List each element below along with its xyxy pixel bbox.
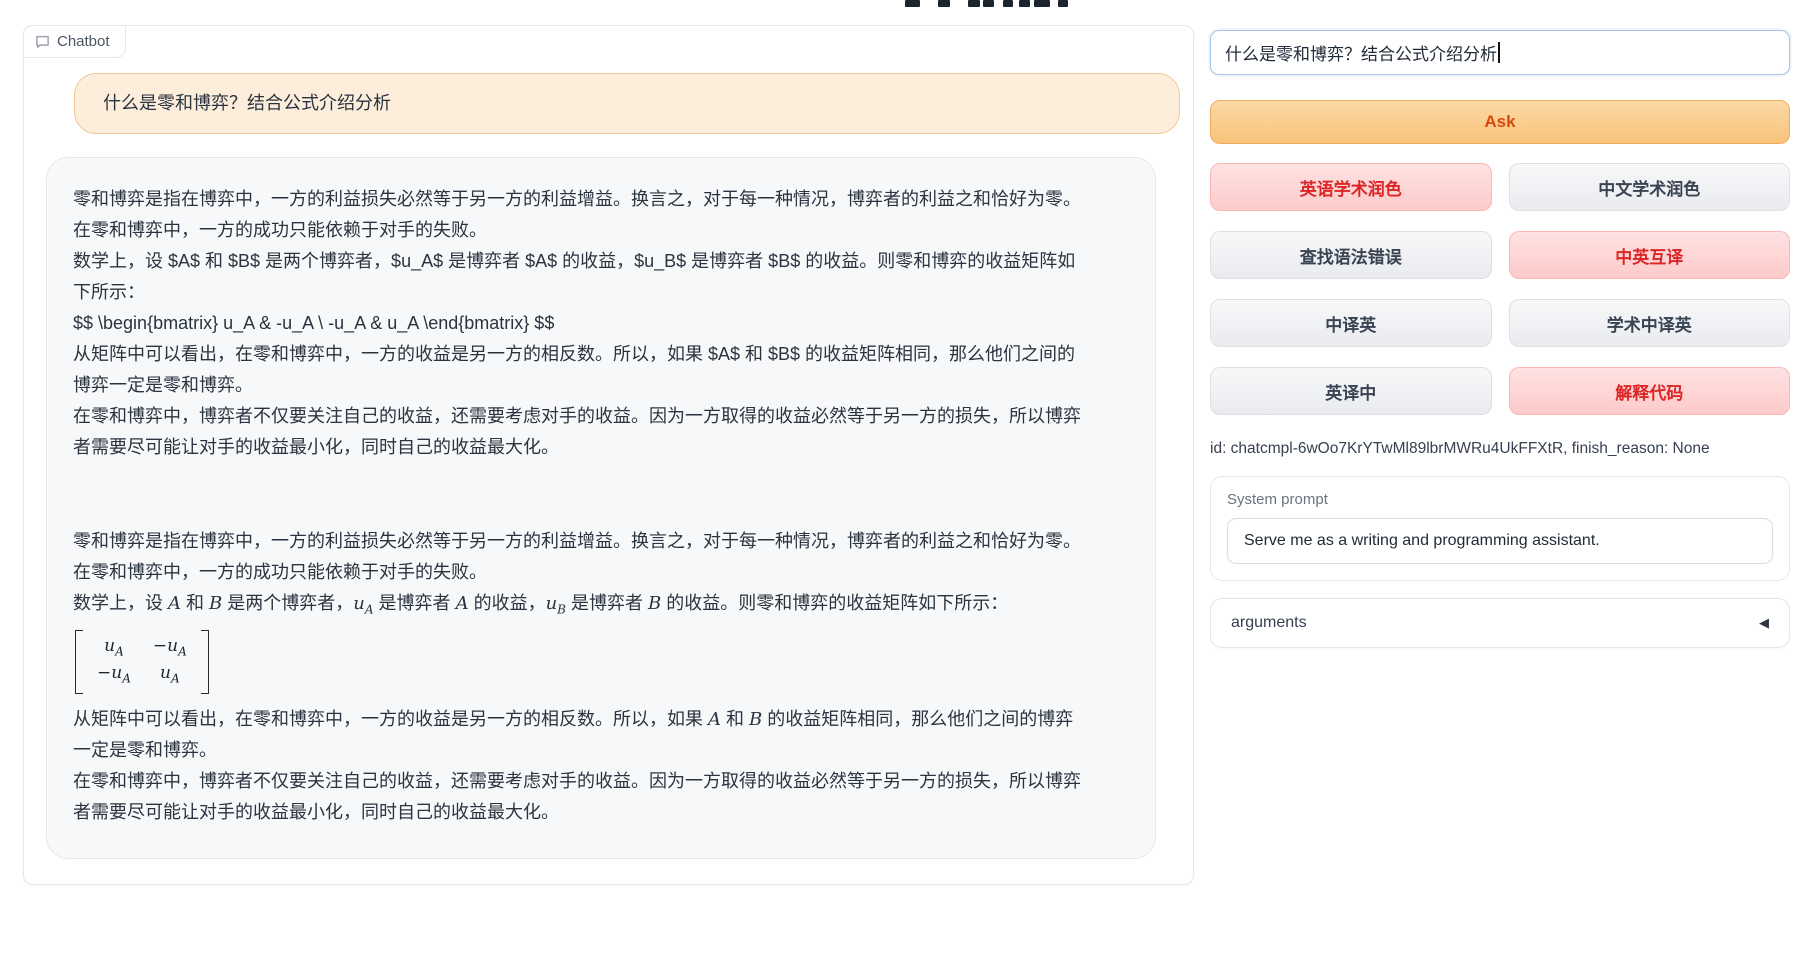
question-input[interactable]: 什么是零和博弈？结合公式介绍分析: [1210, 30, 1790, 75]
chatbot-label: Chatbot: [23, 25, 126, 58]
bot-paragraph-raw-1: 零和博弈是指在博弈中，一方的利益损失必然等于另一方的利益增益。换言之，对于每一种…: [73, 184, 1085, 246]
matrix-cell: uA: [97, 635, 131, 662]
bot-paragraph-raw-3: 从矩阵中可以看出，在零和博弈中，一方的收益是另一方的相反数。所以，如果 $A$ …: [73, 339, 1085, 401]
bot-latex-source-line: $$ \begin{bmatrix} u_A & -u_A \ -u_A & u…: [73, 308, 1085, 339]
user-message-bubble: 什么是零和博弈？结合公式介绍分析: [74, 73, 1180, 134]
message-block-gap: [73, 463, 1129, 526]
system-prompt-label: System prompt: [1227, 491, 1773, 508]
system-prompt-input[interactable]: Serve me as a writing and programming as…: [1227, 518, 1773, 564]
question-input-value: 什么是零和博弈？结合公式介绍分析: [1225, 40, 1497, 65]
bot-paragraph-rendered-3: 从矩阵中可以看出，在零和博弈中，一方的收益是另一方的相反数。所以，如果 A 和 …: [73, 704, 1085, 766]
explain-code-button[interactable]: 解释代码: [1509, 367, 1791, 415]
arguments-accordion[interactable]: arguments ◀: [1210, 598, 1790, 648]
controls-column: 什么是零和博弈？结合公式介绍分析 Ask 英语学术润色 中文学术润色 查找语法错…: [1210, 30, 1790, 648]
function-button-grid: 英语学术润色 中文学术润色 查找语法错误 中英互译 中译英 学术中译英 英译中 …: [1210, 163, 1790, 415]
zh-en-mutual-translate-button[interactable]: 中英互译: [1509, 231, 1791, 279]
matrix-right-bracket: [201, 630, 209, 695]
payoff-matrix: uA −uA −uA uA: [73, 626, 1129, 705]
chatbot-label-text: Chatbot: [57, 33, 110, 50]
en-to-zh-button[interactable]: 英译中: [1210, 367, 1492, 415]
bot-paragraph-raw-2: 数学上，设 $A$ 和 $B$ 是两个博弈者，$u_A$ 是博弈者 $A$ 的收…: [73, 246, 1085, 308]
gradio-app: Chatbot 什么是零和博弈？结合公式介绍分析 零和博弈是指在博弈中，一方的利…: [0, 0, 1814, 961]
bot-paragraph-rendered-2: 数学上，设 A 和 B 是两个博弈者，uA 是博弈者 A 的收益，uB 是博弈者…: [73, 588, 1085, 626]
matrix-cell: −uA: [97, 662, 131, 689]
ask-button[interactable]: Ask: [1210, 100, 1790, 144]
chinese-academic-polish-button[interactable]: 中文学术润色: [1509, 163, 1791, 211]
accordion-label: arguments: [1231, 614, 1307, 632]
matrix-cell: −uA: [153, 635, 187, 662]
matrix-cell: uA: [153, 662, 187, 689]
zh-to-en-button[interactable]: 中译英: [1210, 299, 1492, 347]
response-meta-line: id: chatcmpl-6wOo7KrYTwMl89lbrMWRu4UkFFX…: [1210, 440, 1790, 458]
clipped-page-title: [898, 0, 1158, 8]
find-grammar-errors-button[interactable]: 查找语法错误: [1210, 231, 1492, 279]
matrix-left-bracket: [75, 630, 83, 695]
chatbot-panel: Chatbot 什么是零和博弈？结合公式介绍分析 零和博弈是指在博弈中，一方的利…: [23, 25, 1194, 885]
bot-paragraph-rendered-1: 零和博弈是指在博弈中，一方的利益损失必然等于另一方的利益增益。换言之，对于每一种…: [73, 526, 1085, 588]
user-message-text: 什么是零和博弈？结合公式介绍分析: [103, 93, 391, 113]
bot-message-bubble: 零和博弈是指在博弈中，一方的利益损失必然等于另一方的利益增益。换言之，对于每一种…: [46, 157, 1156, 859]
system-prompt-group: System prompt Serve me as a writing and …: [1210, 476, 1790, 581]
text-caret: [1498, 42, 1500, 63]
academic-zh-to-en-button[interactable]: 学术中译英: [1509, 299, 1791, 347]
bot-paragraph-rendered-4: 在零和博弈中，博弈者不仅要关注自己的收益，还需要考虑对手的收益。因为一方取得的收…: [73, 766, 1085, 828]
chat-bubble-icon: [35, 34, 50, 49]
collapse-arrow-icon[interactable]: ◀: [1759, 615, 1769, 631]
bot-paragraph-raw-4: 在零和博弈中，博弈者不仅要关注自己的收益，还需要考虑对手的收益。因为一方取得的收…: [73, 401, 1085, 463]
english-academic-polish-button[interactable]: 英语学术润色: [1210, 163, 1492, 211]
